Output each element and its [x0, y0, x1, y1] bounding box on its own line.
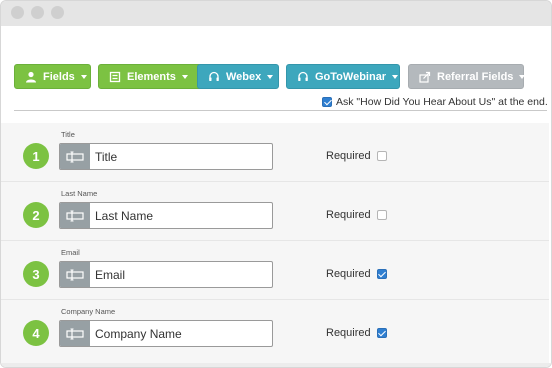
- field-number-badge: 4: [23, 320, 49, 346]
- gotowebinar-button[interactable]: GoToWebinar: [286, 64, 400, 89]
- ask-how-heard-label: Ask "How Did You Hear About Us" at the e…: [336, 96, 548, 108]
- field-input[interactable]: Company Name: [59, 320, 273, 347]
- field-row: 4 Company Name Company Name Required: [1, 300, 549, 359]
- required-checkbox[interactable]: [376, 210, 387, 220]
- required-label: Required: [326, 209, 371, 221]
- window-titlebar: [1, 1, 551, 26]
- required-option[interactable]: Required: [326, 209, 387, 221]
- text-field-icon: [60, 144, 90, 169]
- required-option[interactable]: Required: [326, 327, 387, 339]
- required-checkbox[interactable]: [376, 269, 387, 279]
- chevron-down-icon: [392, 74, 399, 79]
- headset-icon: [208, 71, 220, 83]
- field-input-value: Company Name: [95, 327, 182, 341]
- field-row: 3 Email Email Required: [1, 241, 549, 300]
- chevron-down-icon: [80, 74, 87, 79]
- headset-icon: [297, 71, 309, 83]
- text-field-icon: [60, 203, 90, 228]
- field-number-badge: 2: [23, 202, 49, 228]
- field-input-value: Title: [95, 150, 118, 164]
- field-input[interactable]: Last Name: [59, 202, 273, 229]
- chevron-down-icon: [181, 74, 188, 79]
- field-input[interactable]: Title: [59, 143, 273, 170]
- elements-button[interactable]: Elements: [98, 64, 202, 89]
- field-row: 2 Last Name Last Name Required: [1, 182, 549, 241]
- fields-button[interactable]: Fields: [14, 64, 91, 89]
- app-window: Fields Elements Webex GoToWebinar Referr…: [0, 0, 552, 368]
- referral-fields-button-label: Referral Fields: [437, 70, 514, 83]
- field-input-value: Last Name: [95, 209, 154, 223]
- ask-how-heard-checkbox[interactable]: [322, 97, 332, 107]
- window-bottom-edge: [1, 363, 551, 367]
- required-checkbox[interactable]: [376, 328, 387, 338]
- fields-button-label: Fields: [43, 70, 75, 83]
- gotowebinar-button-label: GoToWebinar: [315, 70, 387, 83]
- webex-button[interactable]: Webex: [197, 64, 279, 89]
- required-label: Required: [326, 327, 371, 339]
- required-label: Required: [326, 268, 371, 280]
- close-window-button[interactable]: [11, 6, 24, 19]
- field-input-value: Email: [95, 268, 126, 282]
- field-number-badge: 3: [23, 261, 49, 287]
- field-input[interactable]: Email: [59, 261, 273, 288]
- chevron-down-icon: [519, 74, 526, 79]
- required-option[interactable]: Required: [326, 268, 387, 280]
- maximize-window-button[interactable]: [51, 6, 64, 19]
- required-checkbox[interactable]: [376, 151, 387, 161]
- text-field-icon: [60, 321, 90, 346]
- text-field-icon: [60, 262, 90, 287]
- form-builder: Fields Elements Webex GoToWebinar Referr…: [1, 26, 551, 367]
- chevron-down-icon: [267, 74, 274, 79]
- field-label: Last Name: [61, 189, 98, 198]
- field-number-badge: 1: [23, 143, 49, 169]
- field-label: Title: [61, 130, 75, 139]
- field-label: Company Name: [61, 307, 116, 316]
- share-icon: [419, 71, 431, 83]
- webex-button-label: Webex: [226, 70, 262, 83]
- required-option[interactable]: Required: [326, 150, 387, 162]
- field-list: 1 Title Title Required 2 Last Name Last …: [1, 123, 549, 363]
- minimize-window-button[interactable]: [31, 6, 44, 19]
- field-label: Email: [61, 248, 80, 257]
- referral-fields-button[interactable]: Referral Fields: [408, 64, 526, 89]
- form-icon: [109, 71, 121, 83]
- elements-button-label: Elements: [127, 70, 176, 83]
- ask-how-heard-option[interactable]: Ask "How Did You Hear About Us" at the e…: [322, 96, 548, 108]
- divider: [14, 110, 547, 111]
- required-label: Required: [326, 150, 371, 162]
- user-icon: [25, 71, 37, 83]
- field-row: 1 Title Title Required: [1, 123, 549, 182]
